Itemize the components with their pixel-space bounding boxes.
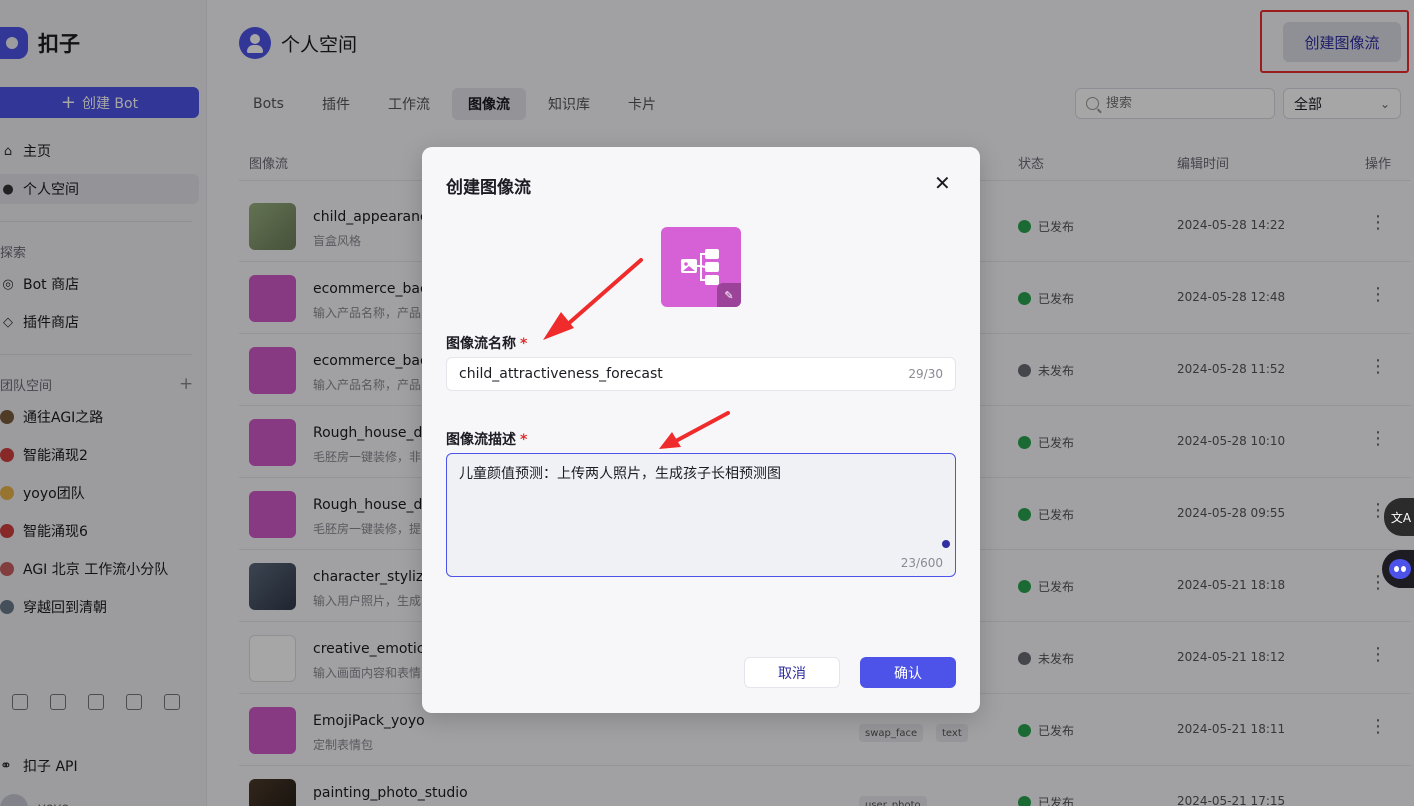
flow-desc-value: 儿童颜值预测：上传两人照片，生成孩子长相预测图	[459, 466, 781, 482]
create-image-flow-dialog: 创建图像流 ✕ ✎ 图像流名称 * child_attractiveness_fo…	[422, 147, 980, 713]
flow-icon-uploader[interactable]: ✎	[661, 227, 741, 307]
assistant-bot-icon[interactable]	[1382, 550, 1414, 588]
desc-field-label: 图像流描述 *	[446, 429, 527, 449]
bot-face-icon	[1389, 559, 1411, 579]
edit-icon[interactable]: ✎	[717, 283, 741, 307]
cancel-button[interactable]: 取消	[744, 657, 840, 688]
required-mark: *	[520, 432, 528, 448]
flow-desc-textarea[interactable]: 儿童颜值预测：上传两人照片，生成孩子长相预测图 23/600	[446, 453, 956, 577]
name-field-label: 图像流名称 *	[446, 333, 527, 353]
flow-name-value: child_attractiveness_forecast	[459, 366, 663, 382]
required-mark: *	[520, 336, 528, 352]
flow-name-field[interactable]: child_attractiveness_forecast 29/30	[446, 357, 956, 391]
char-counter: 29/30	[908, 367, 943, 381]
desc-label-text: 图像流描述	[446, 432, 516, 448]
dialog-title: 创建图像流	[446, 178, 531, 198]
translate-icon[interactable]: 文A	[1384, 498, 1414, 536]
name-label-text: 图像流名称	[446, 336, 516, 352]
close-icon[interactable]: ✕	[934, 173, 951, 193]
resize-handle-icon[interactable]	[942, 540, 950, 548]
char-counter: 23/600	[900, 556, 943, 570]
image-flow-icon	[681, 249, 719, 285]
confirm-button[interactable]: 确认	[860, 657, 956, 688]
